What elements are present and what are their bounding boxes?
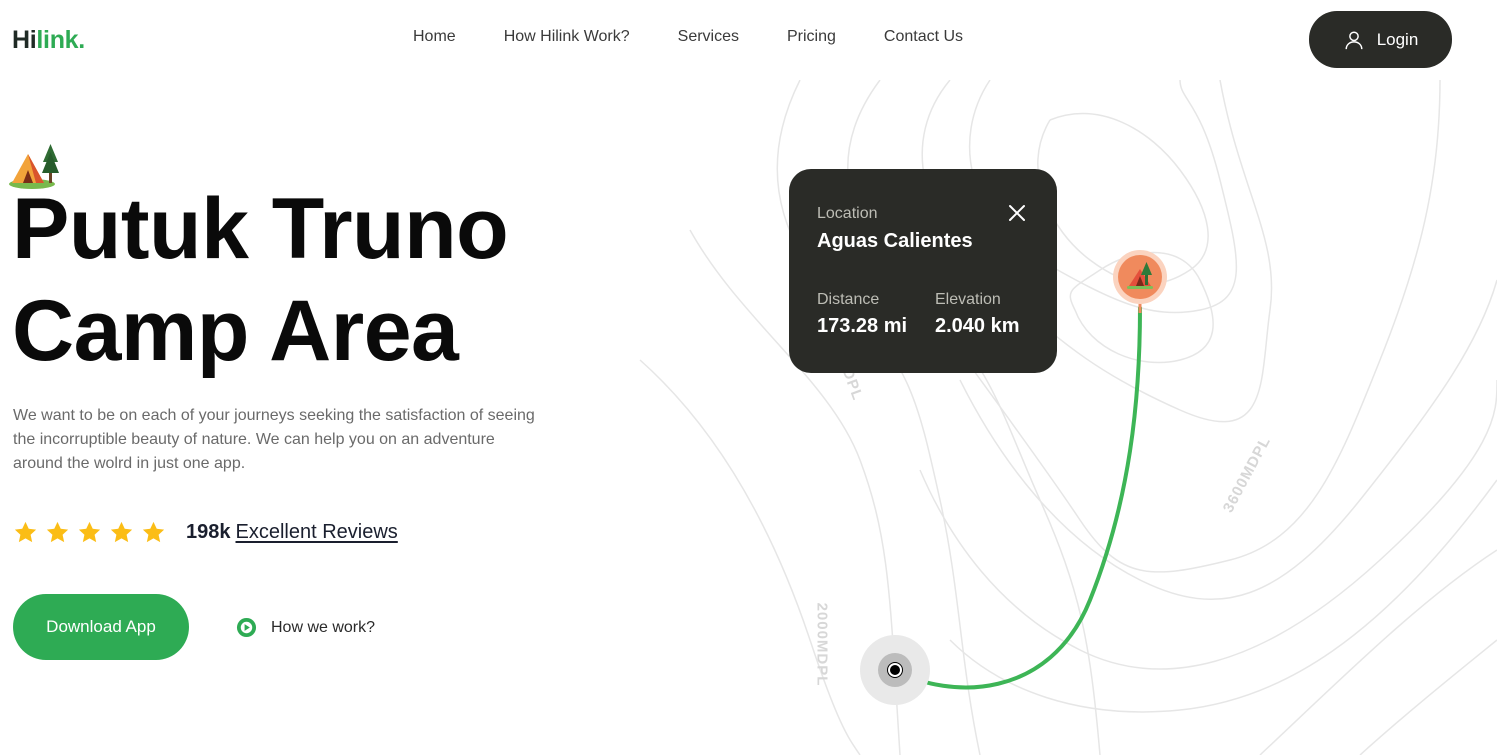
login-button[interactable]: Login xyxy=(1309,11,1452,68)
distance-label: Distance xyxy=(817,291,880,308)
how-we-work-link[interactable]: How we work? xyxy=(236,617,375,638)
start-marker-ring xyxy=(878,653,912,687)
nav-link-how-it-works[interactable]: How Hilink Work? xyxy=(504,28,630,46)
camp-destination-pin-icon[interactable] xyxy=(1112,249,1168,313)
nav-link-contact[interactable]: Contact Us xyxy=(884,28,963,46)
location-info-card: Location Aguas Calientes Distance 173.28… xyxy=(789,169,1057,373)
review-count: 198k xyxy=(186,521,231,543)
start-marker-dot xyxy=(888,663,902,677)
contour-lines xyxy=(639,79,1497,755)
reviews-link[interactable]: Excellent Reviews xyxy=(236,521,398,544)
star-icon xyxy=(14,521,37,543)
location-value: Aguas Calientes xyxy=(817,230,973,252)
hero-title-line-1: Putuk Truno xyxy=(12,181,509,277)
star-icon xyxy=(110,521,133,543)
contour-label-2000: 2000MDPL xyxy=(813,602,831,687)
logo-text-dark: Hi xyxy=(12,26,37,54)
hero-title: Putuk Truno Camp Area xyxy=(12,178,509,382)
star-icon xyxy=(46,521,69,543)
nav-link-home[interactable]: Home xyxy=(413,28,456,46)
nav-link-services[interactable]: Services xyxy=(678,28,739,46)
start-location-marker[interactable] xyxy=(860,635,930,705)
login-label: Login xyxy=(1376,29,1419,49)
elevation-label: Elevation xyxy=(935,291,1001,308)
star-icon xyxy=(142,521,165,543)
elevation-value: 2.040 km xyxy=(935,315,1020,337)
hero-title-line-2: Camp Area xyxy=(12,283,459,379)
main-nav: Home How Hilink Work? Services Pricing C… xyxy=(413,28,963,46)
location-label: Location xyxy=(817,205,878,222)
contour-map xyxy=(620,79,1497,755)
close-icon[interactable] xyxy=(1007,203,1027,223)
download-app-button[interactable]: Download App xyxy=(13,594,189,660)
hero-description: We want to be on each of your journeys s… xyxy=(13,407,535,472)
star-rating xyxy=(13,520,166,545)
logo-text-green: link. xyxy=(36,26,85,54)
play-icon xyxy=(236,617,257,638)
user-icon xyxy=(1345,30,1363,49)
star-icon xyxy=(78,521,101,543)
distance-value: 173.28 mi xyxy=(817,315,908,337)
nav-link-pricing[interactable]: Pricing xyxy=(787,28,836,46)
how-we-work-label: How we work? xyxy=(271,618,376,636)
logo[interactable]: Hilink. xyxy=(12,26,85,55)
rating-row: 198k Excellent Reviews xyxy=(13,520,398,545)
